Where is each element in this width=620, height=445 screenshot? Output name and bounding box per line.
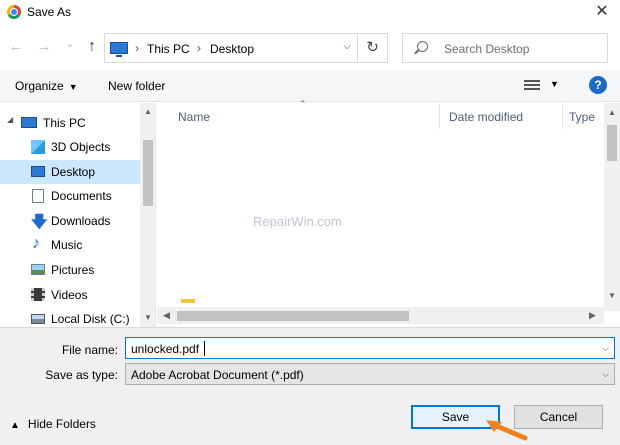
sidebar-item-label: Videos [51,288,88,302]
window-title: Save As [27,5,72,19]
scroll-thumb[interactable] [177,311,409,321]
chevron-down-icon[interactable]: ▼ [550,79,559,89]
chevron-down-icon[interactable]: ⌵ [343,41,351,52]
up-button[interactable]: ↑ [82,36,102,58]
view-options-icon[interactable] [524,80,540,92]
title-bar: Save As ✕ [0,0,620,25]
recent-locations-button[interactable]: ⌄ [60,33,80,55]
search-input[interactable]: Search Desktop [444,42,529,56]
chevron-down-icon[interactable]: ◢ [7,115,13,124]
column-header-type[interactable]: Type [563,103,604,129]
search-icon [417,41,428,52]
chevron-down-icon: ▼ [68,82,78,92]
file-name-label: File name: [61,343,118,357]
breadcrumb-desktop[interactable]: Desktop [210,42,254,56]
sidebar-item-pictures[interactable]: Pictures [0,258,140,282]
navigation-bar: ← → ⌄ ↑ › This PC › Desktop ⌵ ↻ Search D… [0,30,620,66]
text-cursor [204,341,205,356]
pictures-icon [31,264,45,275]
refresh-button[interactable]: ↻ [358,33,388,63]
new-folder-button[interactable]: New folder [108,79,165,93]
sidebar-item-label: Desktop [51,165,96,179]
sidebar-item-label: Documents [51,189,112,203]
sidebar-scrollbar[interactable]: ▲ ▼ [140,103,155,327]
annotation-arrow-icon [486,420,528,441]
sidebar-item-label: Music [51,238,83,252]
download-arrow-icon: 🡇 [31,214,48,231]
address-bar[interactable]: › This PC › Desktop ⌵ [104,33,358,63]
vertical-scrollbar[interactable]: ▲ ▼ [604,103,620,311]
chevron-down-icon[interactable]: ⌵ [602,343,609,354]
sidebar-item-documents[interactable]: Documents [0,184,140,208]
hide-folders-label: Hide Folders [27,417,96,431]
scroll-thumb[interactable] [607,125,617,161]
sidebar-item-label: Local Disk (C:) [51,312,130,326]
sidebar-item-label: Pictures [51,263,95,277]
cube-icon [31,140,45,154]
sidebar-item-local-disk[interactable]: Local Disk (C:) [0,307,140,327]
scroll-down-icon[interactable]: ▼ [608,291,616,300]
save-as-type-label: Save as type: [45,368,118,382]
breadcrumb-separator: › [197,41,201,55]
scroll-up-icon[interactable]: ▲ [608,108,616,117]
file-name-field[interactable]: unlocked.pdf ⌵ [125,337,615,359]
column-header-date-modified[interactable]: Date modified [440,103,563,129]
sidebar-item-downloads[interactable]: 🡇 Downloads [0,209,140,233]
save-as-type-value: Adobe Acrobat Document (*.pdf) [131,368,304,382]
scroll-thumb[interactable] [143,140,153,206]
close-button[interactable]: ✕ [592,2,612,22]
sidebar-item-videos[interactable]: Videos [0,283,140,307]
music-note-icon: ♪ [32,235,40,252]
desktop-icon [31,166,45,177]
breadcrumb-separator: › [135,41,139,55]
file-name-value: unlocked.pdf [131,342,200,356]
organize-label: Organize [15,79,64,93]
pc-icon [21,117,37,128]
film-icon [31,288,45,301]
back-button[interactable]: ← [6,36,26,58]
documents-icon [32,189,44,203]
sidebar-item-label: Downloads [51,214,111,228]
scroll-right-icon[interactable]: ▶ [589,310,596,321]
save-as-type-select[interactable]: Adobe Acrobat Document (*.pdf) ⌵ [125,363,615,385]
file-list[interactable]: Name ⌃ Date modified Type RepairWin.com … [157,99,620,327]
column-header-label: Type [569,110,596,124]
sidebar-item-label: This PC [43,116,86,130]
disk-icon [31,314,45,324]
column-header-label: Date modified [449,110,524,124]
sidebar-item-3d-objects[interactable]: 3D Objects [0,135,140,159]
search-box[interactable]: Search Desktop [402,33,608,63]
sidebar-item-label: 3D Objects [51,140,111,154]
toolbar: Organize ▼ New folder ▼ ? [0,70,620,102]
scroll-up-icon[interactable]: ▲ [144,107,152,116]
hide-folders-button[interactable]: ▲ Hide Folders [10,417,96,431]
watermark: RepairWin.com [253,214,342,229]
forward-button[interactable]: → [34,36,54,58]
organize-button[interactable]: Organize ▼ [15,79,78,93]
scroll-down-icon[interactable]: ▼ [144,313,152,322]
sidebar-item-desktop[interactable]: Desktop [0,160,140,184]
column-header-label: Name [178,110,211,124]
chevron-down-icon[interactable]: ⌵ [602,369,609,380]
scroll-left-icon[interactable]: ◀ [163,310,170,321]
sort-ascending-icon: ⌃ [299,99,307,109]
breadcrumb-this-pc[interactable]: This PC [147,42,190,56]
sidebar-item-music[interactable]: ♪ Music [0,233,140,257]
pc-icon [110,42,128,57]
folder-icon [181,299,195,303]
help-button[interactable]: ? [589,76,607,94]
navigation-pane: ◢ This PC 3D Objects Desktop Documents 🡇… [0,103,156,327]
sidebar-item-this-pc[interactable]: ◢ This PC [0,111,140,135]
chrome-icon [7,5,21,19]
chevron-up-icon: ▲ [10,420,20,431]
horizontal-scrollbar[interactable]: ◀ ▶ [157,307,604,324]
